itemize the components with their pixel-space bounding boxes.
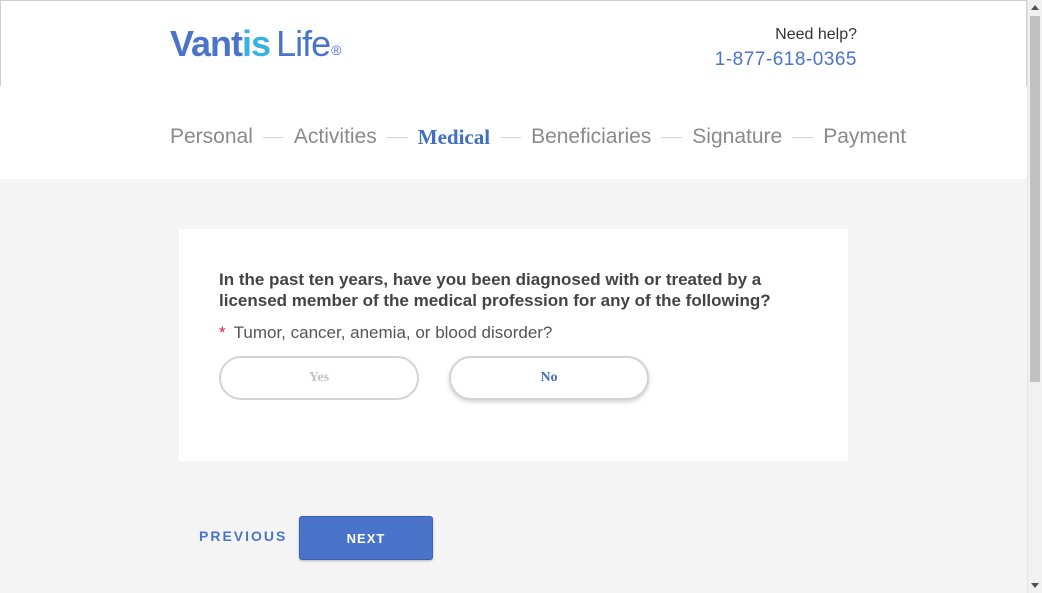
question-card: In the past ten years, have you been dia… (179, 229, 848, 461)
required-marker: * (219, 323, 226, 342)
step-personal[interactable]: Personal (170, 125, 253, 149)
logo-text-life: Life (276, 23, 331, 64)
vantis-life-logo[interactable]: Vantis Life® (170, 23, 341, 64)
help-phone-link[interactable]: 1-877-618-0365 (715, 48, 857, 72)
logo-text-vant: Vant (170, 23, 243, 64)
step-activities[interactable]: Activities (294, 125, 377, 149)
step-signature[interactable]: Signature (692, 125, 782, 149)
previous-button[interactable]: PREVIOUS (199, 528, 287, 544)
step-separator (262, 136, 284, 138)
need-help-label: Need help? (775, 26, 857, 43)
scroll-down-arrow-icon[interactable] (1031, 583, 1039, 588)
registered-mark: ® (331, 42, 341, 58)
step-separator (386, 136, 408, 138)
step-medical[interactable]: Medical (418, 125, 490, 150)
step-beneficiaries[interactable]: Beneficiaries (531, 125, 651, 149)
next-button[interactable]: NEXT (299, 516, 433, 560)
yes-button[interactable]: Yes (219, 356, 419, 400)
no-button[interactable]: No (449, 356, 649, 400)
app-window: Vantis Life® Need help? 1-877-618-0365 Pe… (0, 0, 1027, 593)
step-separator (661, 136, 683, 138)
question-text: In the past ten years, have you been dia… (219, 270, 771, 310)
step-payment[interactable]: Payment (823, 125, 906, 149)
step-separator (792, 136, 814, 138)
help-box: Need help? 1-877-618-0365 (715, 26, 857, 72)
sub-question: * Tumor, cancer, anemia, or blood disorde… (219, 323, 552, 343)
progress-steps: Personal Activities Medical Beneficiarie… (170, 122, 906, 152)
scroll-up-arrow-icon[interactable] (1031, 5, 1039, 10)
sub-question-label: Tumor, cancer, anemia, or blood disorder… (233, 323, 553, 342)
vertical-scrollbar[interactable] (1027, 0, 1042, 593)
scroll-thumb[interactable] (1030, 16, 1040, 382)
step-separator (500, 136, 522, 138)
header-frame (0, 0, 1027, 86)
header: Vantis Life® Need help? 1-877-618-0365 Pe… (0, 0, 1027, 179)
logo-text-is: is (242, 23, 271, 64)
